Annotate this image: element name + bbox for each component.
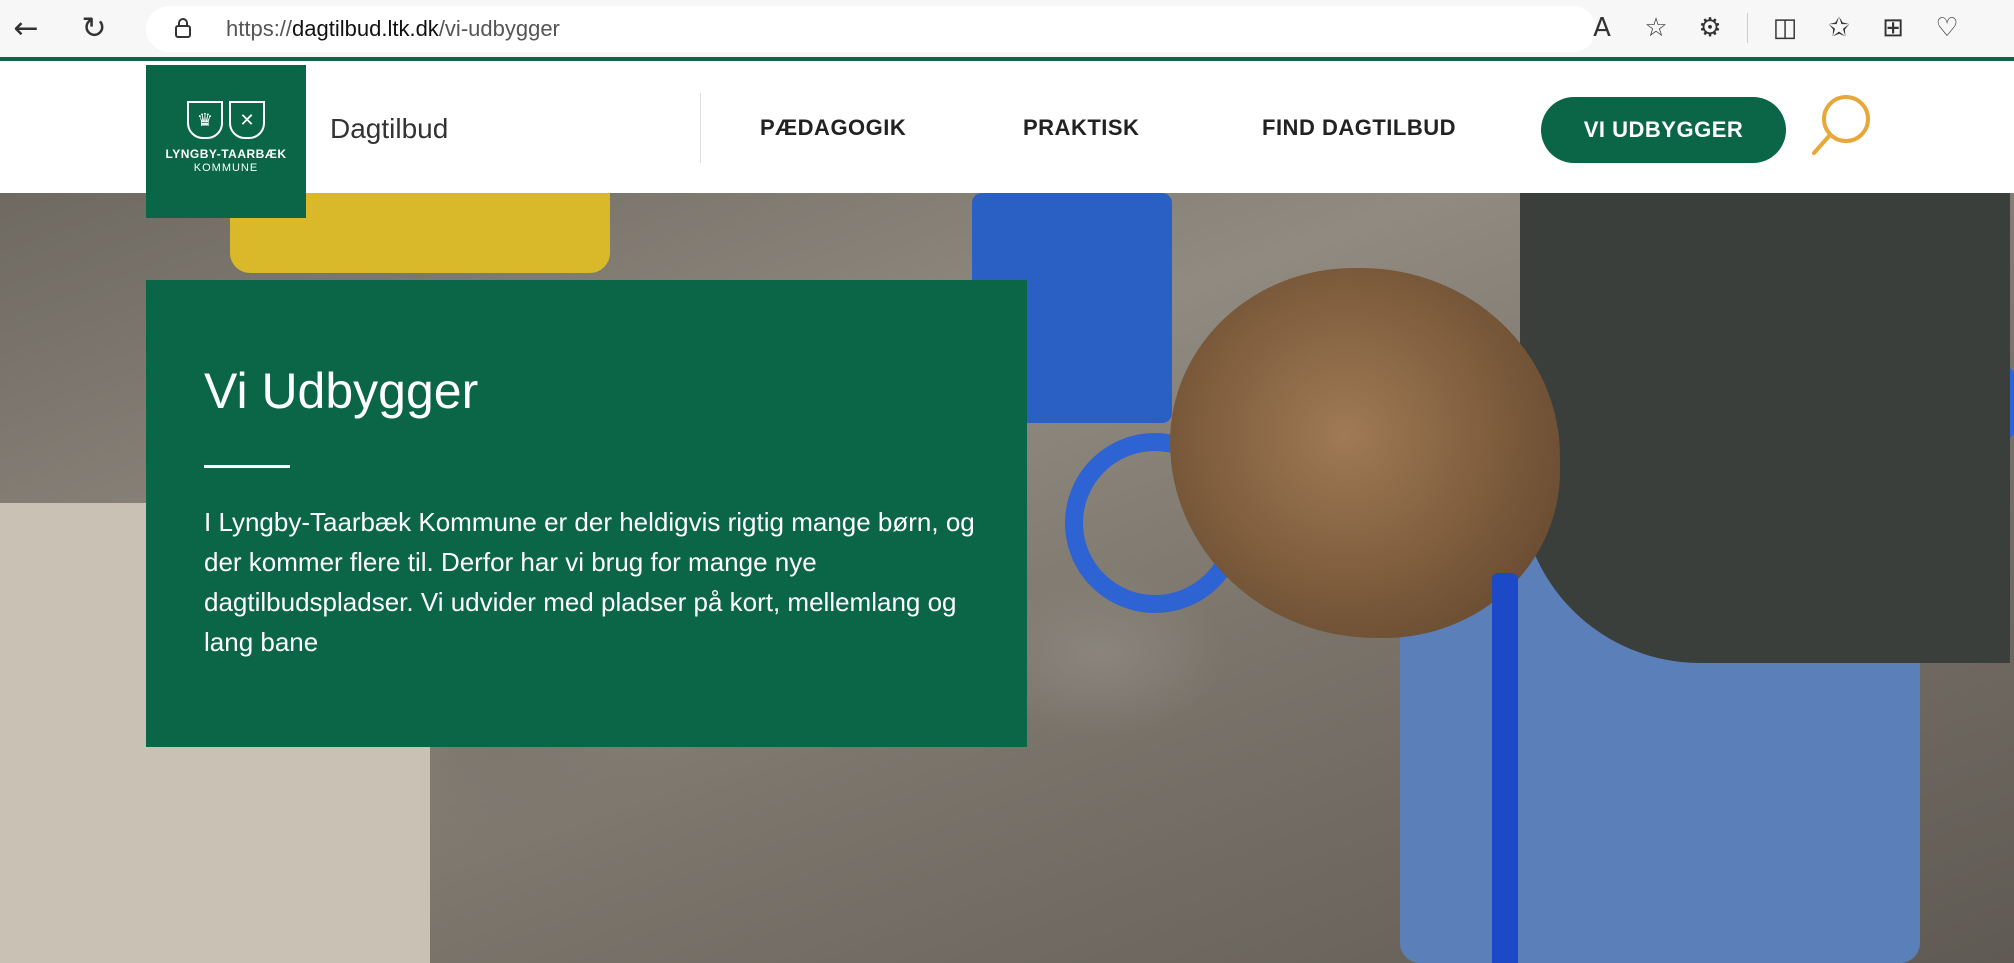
url-prefix: https://: [226, 16, 293, 41]
browser-actions: A ☆ ⚙ ◫ ✩ ⊞ ♡: [1575, 10, 1974, 46]
crest-left-icon: ♛: [187, 101, 223, 139]
site-header: ♛ ✕ LYNGBY-TAARBÆK KOMMUNE Dagtilbud PÆD…: [0, 65, 2014, 218]
logo-line1: LYNGBY-TAARBÆK: [165, 147, 287, 161]
crest-right-icon: ✕: [229, 101, 265, 139]
nav-paedagogik[interactable]: PÆDAGOGIK: [760, 115, 906, 141]
header-divider: [700, 93, 701, 163]
extensions-icon[interactable]: ⚙: [1683, 10, 1737, 46]
address-bar[interactable]: https://dagtilbud.ltk.dk/vi-udbygger: [146, 6, 1596, 52]
url-host: dagtilbud.ltk.dk: [292, 16, 439, 41]
toolbar-separator: [1747, 13, 1748, 43]
nav-vi-udbygger[interactable]: VI UDBYGGER: [1541, 97, 1786, 163]
child-body: [1520, 193, 2010, 663]
municipality-logo[interactable]: ♛ ✕ LYNGBY-TAARBÆK KOMMUNE: [146, 65, 306, 218]
logo-line2: KOMMUNE: [193, 162, 259, 174]
url-path: /vi-udbygger: [438, 16, 560, 41]
site-name[interactable]: Dagtilbud: [330, 113, 448, 145]
search-icon[interactable]: [1808, 91, 1874, 161]
title-rule: [204, 465, 290, 468]
hero-image: Vi Udbygger I Lyngby-Taarbæk Kommune er …: [0, 193, 2014, 963]
blue-shovel-handle: [1492, 573, 1518, 963]
collections-icon[interactable]: ⊞: [1866, 10, 1920, 46]
nav-praktisk[interactable]: PRAKTISK: [1023, 115, 1139, 141]
hero-description: I Lyngby-Taarbæk Kommune er der heldigvi…: [204, 507, 975, 657]
browser-essentials-icon[interactable]: ♡: [1920, 10, 1974, 46]
read-aloud-icon[interactable]: A: [1575, 10, 1629, 46]
refresh-icon[interactable]: ↻: [76, 10, 112, 46]
url-text: https://dagtilbud.ltk.dk/vi-udbygger: [226, 16, 560, 42]
favorites-icon[interactable]: ✩: [1812, 10, 1866, 46]
back-arrow-icon[interactable]: ←: [8, 10, 44, 46]
page-title: Vi Udbygger: [204, 363, 479, 419]
lock-icon[interactable]: [174, 17, 192, 39]
star-icon[interactable]: ☆: [1629, 10, 1683, 46]
split-screen-icon[interactable]: ◫: [1758, 10, 1812, 46]
logo-crests: ♛ ✕: [187, 101, 265, 139]
nav-find-dagtilbud[interactable]: FIND DAGTILBUD: [1262, 115, 1456, 141]
hero-panel: Vi Udbygger I Lyngby-Taarbæk Kommune er …: [146, 280, 1027, 747]
browser-toolbar: ← ↻ https://dagtilbud.ltk.dk/vi-udbygger…: [0, 0, 2014, 61]
